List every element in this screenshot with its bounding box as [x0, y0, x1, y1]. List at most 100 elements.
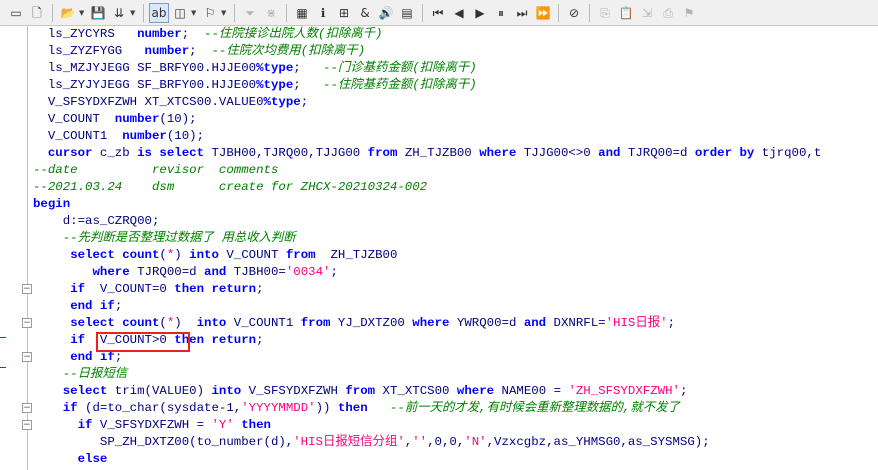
fold-toggle-icon[interactable]: − — [22, 284, 32, 294]
code-line[interactable]: cursor c_zb is select TJBH00,TJRQ00,TJJG… — [33, 145, 878, 162]
code-line[interactable]: --date revisor comments — [33, 162, 878, 179]
code-token: ,0,0, — [427, 435, 465, 449]
code-line[interactable]: V_COUNT1 number(10); — [33, 128, 878, 145]
code-token: if — [62, 401, 78, 415]
code-token: --先判断是否整理过数据了 用总收入判断 — [62, 231, 296, 245]
document-view-icon[interactable]: ▤ — [397, 3, 417, 23]
code-token: ( — [159, 316, 167, 330]
print-disabled-icon[interactable]: ⎙ — [658, 3, 678, 23]
code-line[interactable]: if V_SFSYDXFZWH = 'Y' then — [33, 417, 878, 434]
code-token: TJRQ00=d — [129, 265, 205, 279]
code-token: ZH_TJZB00 — [315, 248, 398, 262]
code-token: then — [241, 418, 271, 432]
sequence-icon[interactable]: ⊞ — [334, 3, 354, 23]
fold-toggle-icon[interactable]: − — [22, 352, 32, 362]
paste-disabled-icon[interactable]: 📋 — [616, 3, 636, 23]
flag-disabled-icon[interactable]: ⚑ — [679, 3, 699, 23]
code-line[interactable]: ls_ZYZFYGG number; --住院次均费用(扣除离干) — [33, 43, 878, 60]
code-line[interactable]: select count(*) into V_COUNT1 from YJ_DX… — [33, 315, 878, 332]
dropdown-arrow-icon[interactable]: ▼ — [79, 9, 87, 17]
speaker-icon[interactable]: 🔊 — [376, 3, 396, 23]
code-token: ) — [174, 248, 190, 262]
code-editor[interactable]: − − − − − ls_ZYCYRS number; --住院接诊出院人数(扣除离千)… — [0, 26, 878, 470]
code-line[interactable]: end if; — [33, 298, 878, 315]
stop-debug-icon[interactable]: ⊘ — [564, 3, 584, 23]
next-icon[interactable]: ⏭ — [512, 3, 532, 23]
first-icon[interactable]: ⏮ — [428, 3, 448, 23]
code-line[interactable]: begin — [33, 196, 878, 213]
funnel-icon[interactable]: ⏷ — [240, 3, 260, 23]
code-line[interactable]: SP_ZH_DXTZ00(to_number(d),'HIS日报短信分组',''… — [33, 434, 878, 451]
code-line[interactable]: V_COUNT number(10); — [33, 111, 878, 128]
code-line[interactable]: d:=as_CZRQ00; — [33, 213, 878, 230]
code-token: %type — [263, 95, 301, 109]
code-token: select count — [70, 316, 160, 330]
prev-icon[interactable]: ◀ — [449, 3, 469, 23]
new-document-icon[interactable]: 🗋 — [27, 3, 47, 23]
code-token: (10); — [159, 112, 197, 126]
copy-disabled-icon[interactable]: ⎘ — [595, 3, 615, 23]
code-line[interactable]: ls_ZYCYRS number; --住院接诊出院人数(扣除离千) — [33, 26, 878, 43]
open-folder-icon[interactable]: 📂 — [58, 3, 78, 23]
code-line[interactable]: ls_ZYJYJEGG SF_BRFY00.HJJE00%type; --住院基… — [33, 77, 878, 94]
code-token: tjrq00,t — [754, 146, 822, 160]
code-token: is select — [137, 146, 205, 160]
play-icon[interactable]: ▶ — [470, 3, 490, 23]
code-token: 'N' — [464, 435, 487, 449]
code-token: and — [204, 265, 227, 279]
code-token: --date revisor comments — [33, 163, 279, 177]
text-mode-icon[interactable]: ab — [149, 2, 169, 23]
fold-toggle-icon[interactable]: − — [22, 420, 32, 430]
code-token: V_SFSYDXFZWH = — [92, 418, 212, 432]
pause-icon[interactable]: ⏸ — [491, 3, 511, 23]
new-file-icon[interactable]: ▭ — [6, 3, 26, 23]
dropdown-arrow-icon[interactable]: ▼ — [221, 9, 229, 17]
code-line[interactable]: --先判断是否整理过数据了 用总收入判断 — [33, 230, 878, 247]
code-token: (10); — [166, 129, 205, 143]
main-toolbar: ▭ 🗋 📂 ▼ 💾 ⇊ ▼ ab ◫ ▼ ⚐ ▼ ⏷ ⋇ ▦ ℹ ⊞ & 🔊 ▤ ⏮ ◀ ▶ ⏸ ⏭ ⏩ ⊘ ⎘ 📋 ⇲ ⎙ ⚑ — [0, 0, 878, 26]
code-line[interactable]: --2021.03.24 dsm create for ZHCX-2021032… — [33, 179, 878, 196]
change-marker — [0, 367, 6, 368]
ampersand-icon[interactable]: & — [355, 3, 375, 23]
code-line[interactable]: where TJRQ00=d and TJBH00='0034'; — [33, 264, 878, 281]
code-token: number — [114, 112, 160, 126]
fold-toggle-icon[interactable]: − — [22, 318, 32, 328]
columns-icon[interactable]: ℹ — [313, 3, 333, 23]
window-icon[interactable]: ◫ — [170, 3, 190, 23]
code-token: DXNRFL= — [546, 316, 606, 330]
code-line[interactable]: --日报短信 — [33, 366, 878, 383]
export-disabled-icon[interactable]: ⇲ — [637, 3, 657, 23]
code-line[interactable]: ls_MZJYJEGG SF_BRFY00.HJJE00%type; --门诊基… — [33, 60, 878, 77]
code-token: else — [77, 452, 108, 466]
code-token: V_COUNT — [218, 248, 286, 262]
code-line[interactable]: select trim(VALUE0) into V_SFSYDXFZWH fr… — [33, 383, 878, 400]
toolbar-separator — [422, 3, 423, 22]
code-line[interactable]: else — [33, 451, 878, 468]
code-line[interactable]: select count(*) into V_COUNT from ZH_TJZ… — [33, 247, 878, 264]
code-area[interactable]: ls_ZYCYRS number; --住院接诊出院人数(扣除离千) ls_ZY… — [33, 26, 878, 468]
toolbar-separator — [143, 3, 144, 22]
code-token: YJ_DXTZ00 — [330, 316, 413, 330]
code-token: %type — [256, 61, 294, 75]
code-line[interactable]: if (d=to_char(sysdate-1,'YYYYMMDD')) the… — [33, 400, 878, 417]
grid-icon[interactable]: ▦ — [292, 3, 312, 23]
save-icon[interactable]: 💾 — [88, 3, 108, 23]
code-line[interactable]: V_SFSYDXFZWH XT_XTCS00.VALUE0%type; — [33, 94, 878, 111]
code-token: ; — [293, 78, 324, 92]
code-token: into — [211, 384, 242, 398]
filter-run-icon[interactable]: ⚐ — [200, 3, 220, 23]
clear-filter-icon[interactable]: ⋇ — [261, 3, 281, 23]
dropdown-arrow-icon[interactable]: ▼ — [191, 9, 199, 17]
fold-toggle-icon[interactable]: − — [22, 403, 32, 413]
code-token: TJBH00= — [226, 265, 286, 279]
code-token: --前一天的才发,有时候会重新整理数据的,就不发了 — [389, 401, 680, 415]
code-token: cursor — [47, 146, 93, 160]
last-icon[interactable]: ⏩ — [533, 3, 553, 23]
save-all-icon[interactable]: ⇊ — [109, 3, 129, 23]
code-line[interactable]: if V_COUNT=0 then return; — [33, 281, 878, 298]
dropdown-arrow-icon[interactable]: ▼ — [130, 9, 138, 17]
